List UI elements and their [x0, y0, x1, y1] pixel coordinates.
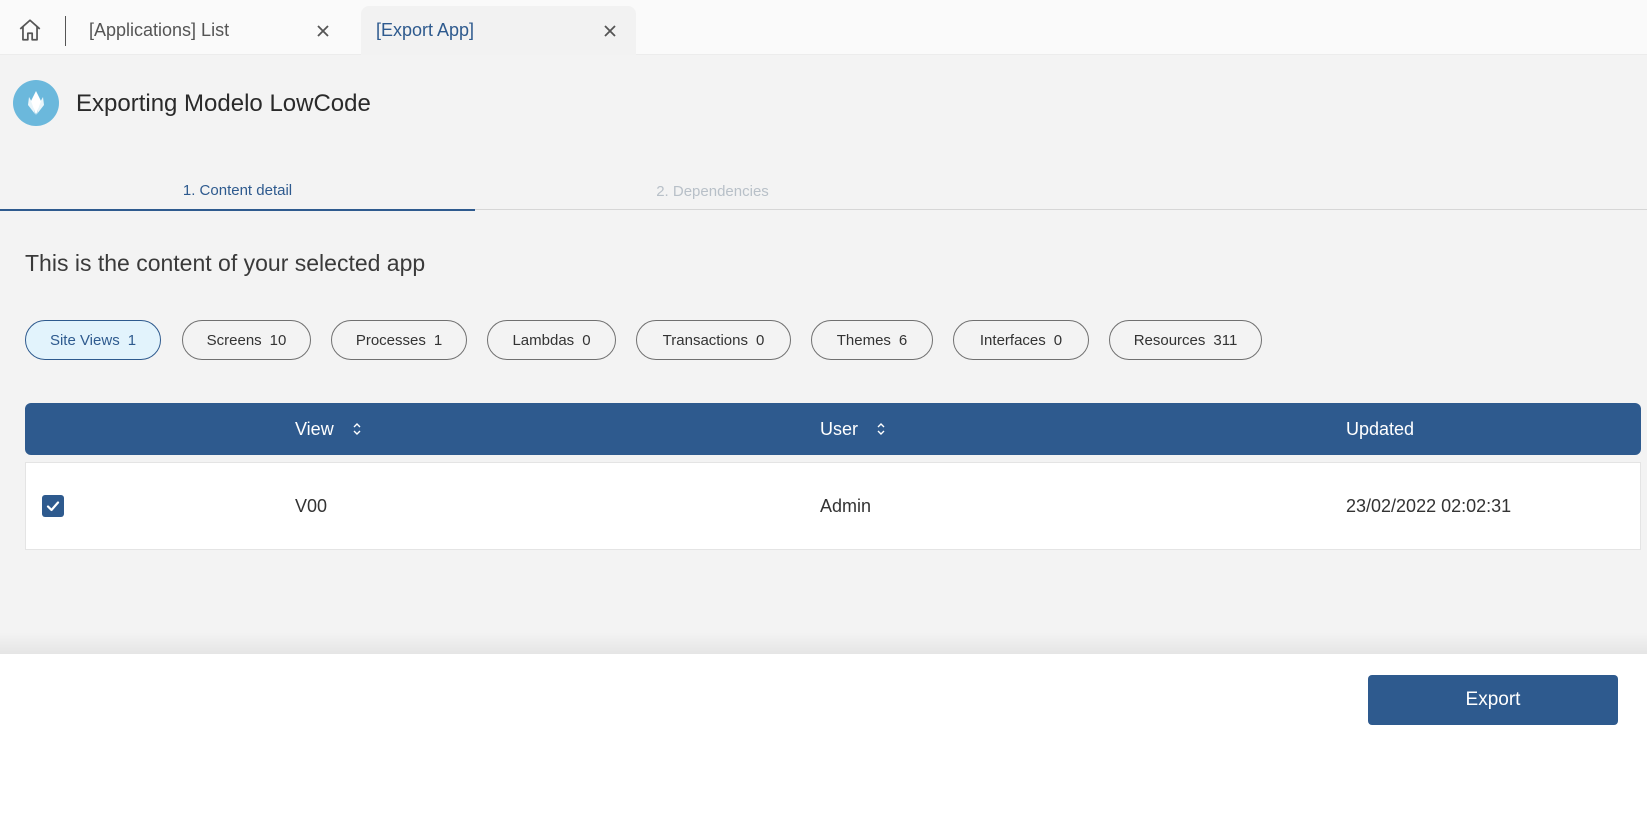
column-label: View	[295, 418, 334, 439]
chip-label: Resources	[1133, 331, 1206, 349]
app-logo-icon	[13, 80, 59, 126]
sort-icon[interactable]	[876, 421, 886, 437]
chip-processes[interactable]: Processes 1	[331, 320, 467, 360]
tab-bar: [Applications] List [Export App]	[0, 0, 1647, 55]
cell-view: V00	[295, 495, 328, 516]
chip-label: Screens	[206, 331, 262, 349]
footer-bar: Export	[0, 654, 1647, 822]
cell-updated: 23/02/2022 02:02:31	[1346, 495, 1512, 516]
tab-label: [Export App]	[376, 20, 475, 40]
table-header: View User Updated	[25, 403, 1641, 455]
stepper: 1. Content detail 2. Dependencies	[0, 172, 1647, 211]
chip-count: 1	[433, 331, 443, 349]
column-header-view[interactable]: View	[295, 403, 362, 455]
section-subtitle: This is the content of your selected app	[25, 250, 426, 276]
table-row[interactable]: V00 Admin 23/02/2022 02:02:31	[25, 462, 1641, 550]
home-icon[interactable]	[14, 14, 46, 46]
cell-user: Admin	[820, 495, 872, 516]
chip-themes[interactable]: Themes 6	[811, 320, 933, 360]
tab-separator	[65, 16, 66, 46]
chip-site-views[interactable]: Site Views 1	[25, 320, 161, 360]
close-icon[interactable]	[311, 19, 335, 43]
step-content-detail[interactable]: 1. Content detail	[0, 172, 475, 211]
chip-count: 0	[582, 331, 591, 349]
footer-divider-shadow	[0, 632, 1647, 654]
page-title: Exporting Modelo LowCode	[76, 90, 371, 117]
sort-icon[interactable]	[352, 421, 362, 437]
chip-screens[interactable]: Screens 10	[182, 320, 311, 360]
row-checkbox[interactable]	[42, 495, 64, 517]
column-label: Updated	[1346, 418, 1415, 439]
column-header-updated: Updated	[1346, 403, 1414, 455]
chip-label: Transactions	[662, 331, 748, 349]
step-dependencies[interactable]: 2. Dependencies	[475, 172, 950, 210]
tab-applications-list[interactable]: [Applications] List	[74, 6, 349, 55]
tab-export-app[interactable]: [Export App]	[361, 6, 636, 55]
chip-label: Processes	[355, 331, 426, 349]
chip-count: 0	[755, 331, 765, 349]
close-icon[interactable]	[598, 19, 622, 43]
chip-transactions[interactable]: Transactions 0	[636, 320, 791, 360]
chip-count: 10	[269, 331, 287, 349]
export-button[interactable]: Export	[1368, 675, 1618, 725]
app-window: [Applications] List [Export App] Exporti…	[0, 0, 1647, 822]
column-header-user[interactable]: User	[820, 403, 886, 455]
chip-count: 1	[127, 331, 137, 349]
chip-count: 311	[1213, 331, 1238, 349]
chip-label: Lambdas	[512, 331, 575, 349]
column-label: User	[820, 418, 859, 439]
checkmark-icon	[46, 501, 60, 512]
chip-count: 0	[1053, 331, 1063, 349]
chip-label: Site Views	[49, 331, 120, 349]
chip-label: Themes	[836, 331, 891, 349]
tab-label: [Applications] List	[89, 20, 230, 40]
main-content: Exporting Modelo LowCode 1. Content deta…	[0, 55, 1647, 654]
chip-lambdas[interactable]: Lambdas 0	[487, 320, 616, 360]
chip-label: Interfaces	[979, 331, 1046, 349]
chip-count: 6	[898, 331, 908, 349]
chip-interfaces[interactable]: Interfaces 0	[953, 320, 1089, 360]
chip-resources[interactable]: Resources 311	[1109, 320, 1262, 360]
